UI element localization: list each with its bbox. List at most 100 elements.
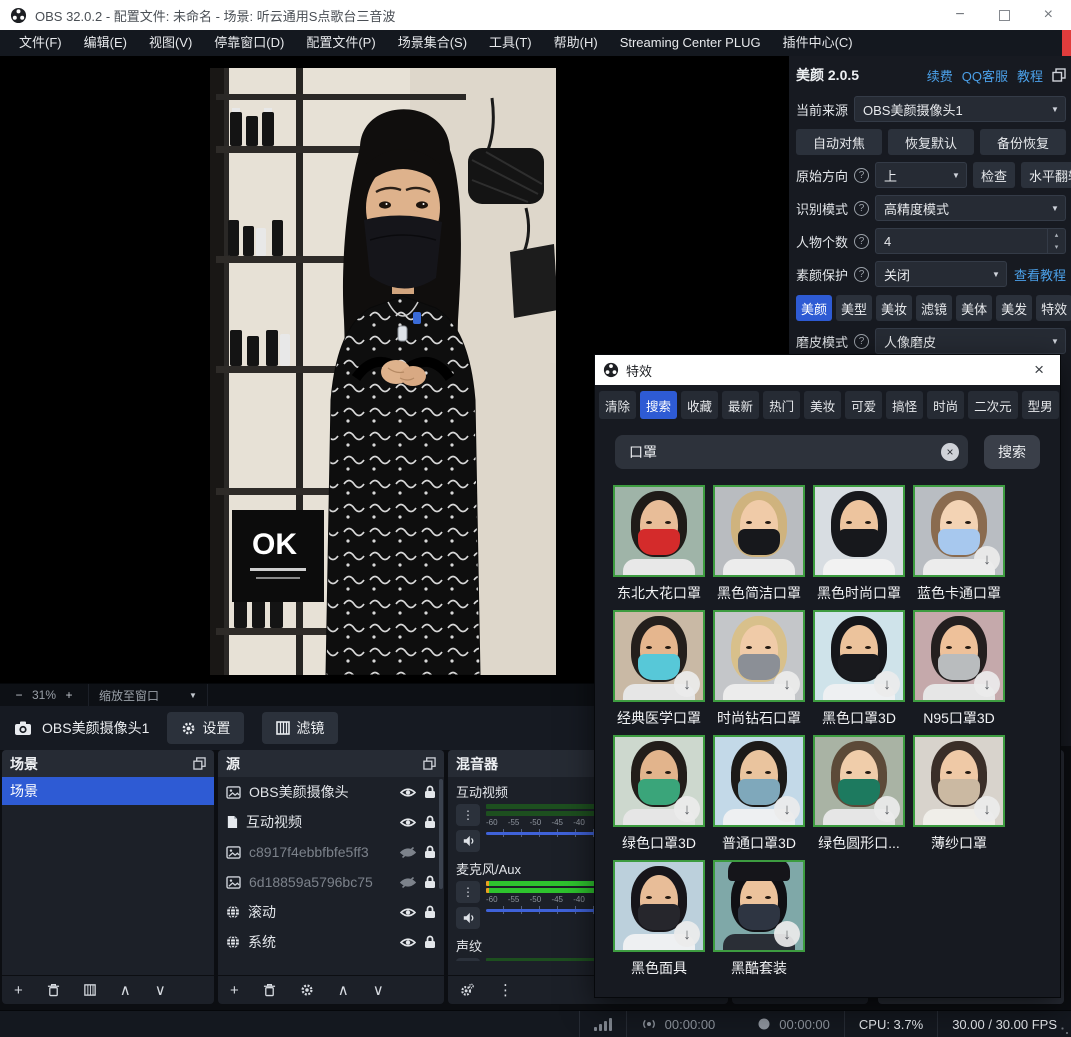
menu-item[interactable]: 编辑(E) (73, 30, 138, 56)
effect-category-tab[interactable]: 时尚 (927, 391, 964, 419)
move-scene-up-button[interactable]: ∧ (120, 983, 131, 998)
effect-category-tab[interactable]: 二次元 (968, 391, 1018, 419)
menu-item[interactable]: 停靠窗口(D) (203, 30, 295, 56)
effect-item[interactable]: ↓ 黑色口罩3D (809, 610, 909, 735)
effect-item[interactable]: ↓ 绿色口罩3D (609, 735, 709, 860)
menu-item[interactable]: 视图(V) (138, 30, 203, 56)
popout-icon[interactable] (193, 757, 206, 770)
beauty-tab[interactable]: 美颜 (796, 295, 832, 321)
scene-filters-button[interactable] (84, 984, 96, 996)
effect-item[interactable]: ↓ 绿色圆形口... (809, 735, 909, 860)
effect-search-input[interactable] (615, 435, 968, 469)
effect-item[interactable]: ↓ 东北大花口罩 (609, 485, 709, 610)
effect-item[interactable]: ↓ 薄纱口罩 (909, 735, 1009, 860)
channel-menu-button[interactable]: ⋮ (456, 958, 480, 961)
visibility-toggle-hidden[interactable] (400, 847, 416, 858)
menu-item[interactable]: 配置文件(P) (295, 30, 386, 56)
remove-scene-button[interactable] (47, 983, 60, 997)
settings-button[interactable]: 设置 (167, 712, 244, 744)
visibility-toggle-hidden[interactable] (400, 877, 416, 888)
help-icon[interactable]: ? (854, 168, 869, 183)
check-button[interactable]: 检查 (973, 162, 1015, 188)
help-icon[interactable]: ? (854, 201, 869, 216)
orientation-dropdown[interactable]: 上 ▼ (875, 162, 967, 188)
resize-grip[interactable] (1061, 1027, 1069, 1035)
lock-toggle[interactable] (424, 785, 436, 799)
fit-to-window-dropdown[interactable]: 缩放至窗口 ▼ (89, 684, 208, 706)
effect-category-tab[interactable]: 型男 (1022, 391, 1059, 419)
recognition-mode-dropdown[interactable]: 高精度模式 ▼ (875, 195, 1066, 221)
effect-item[interactable]: ↓ 黑色面具 (609, 860, 709, 985)
effect-category-tab[interactable]: 搞怪 (886, 391, 923, 419)
beauty-tab[interactable]: 美妆 (876, 295, 912, 321)
minimize-button[interactable]: − (955, 7, 964, 23)
visibility-toggle[interactable] (400, 937, 416, 948)
effect-category-tab[interactable]: 搜索 (640, 391, 677, 419)
search-button[interactable]: 搜索 (984, 435, 1040, 469)
lock-toggle[interactable] (424, 875, 436, 889)
view-tutorial-link[interactable]: 查看教程 (1013, 265, 1066, 284)
popout-icon[interactable] (423, 757, 436, 770)
close-icon[interactable]: × (1026, 360, 1052, 380)
channel-menu-button[interactable]: ⋮ (456, 804, 480, 826)
visibility-toggle[interactable] (400, 907, 416, 918)
channel-menu-button[interactable]: ⋮ (456, 881, 480, 903)
lock-toggle[interactable] (424, 935, 436, 949)
effect-item[interactable]: ↓ 蓝色卡通口罩 (909, 485, 1009, 610)
help-icon[interactable]: ? (854, 334, 869, 349)
beauty-tab[interactable]: 美型 (836, 295, 872, 321)
close-button[interactable]: × (1044, 7, 1053, 23)
lock-toggle[interactable] (424, 905, 436, 919)
advanced-audio-button[interactable] (460, 983, 474, 997)
move-scene-down-button[interactable]: ∨ (155, 983, 166, 998)
effect-category-tab[interactable]: 收藏 (681, 391, 718, 419)
menu-item[interactable]: 场景集合(S) (387, 30, 478, 56)
move-source-down-button[interactable]: ∨ (373, 983, 384, 998)
spin-down-icon[interactable]: ▾ (1048, 241, 1065, 253)
beauty-tab[interactable]: 美体 (956, 295, 992, 321)
tutorial-link[interactable]: 教程 (1017, 66, 1043, 85)
maximize-button[interactable] (999, 10, 1010, 21)
effect-category-tab[interactable]: 美妆 (804, 391, 841, 419)
smooth-mode-dropdown[interactable]: 人像磨皮 ▼ (875, 328, 1066, 354)
popout-icon[interactable] (1052, 68, 1066, 82)
menu-item[interactable]: 工具(T) (478, 30, 543, 56)
add-scene-button[interactable]: + (14, 983, 23, 998)
help-icon[interactable]: ? (854, 267, 869, 282)
effect-item[interactable]: ↓ 黑酷套装 (709, 860, 809, 985)
menu-item[interactable]: 文件(F) (8, 30, 73, 56)
visibility-toggle[interactable] (400, 787, 416, 798)
remove-source-button[interactable] (263, 983, 276, 997)
effect-category-tab[interactable]: 可爱 (845, 391, 882, 419)
sources-scrollbar[interactable] (439, 779, 443, 889)
beauty-action-button[interactable]: 自动对焦 (796, 129, 882, 155)
qq-support-link[interactable]: QQ客服 (962, 66, 1008, 85)
person-count-spinner[interactable]: 4 ▴ ▾ (875, 228, 1066, 254)
beauty-action-button[interactable]: 恢复默认 (888, 129, 974, 155)
lock-toggle[interactable] (424, 845, 436, 859)
current-source-dropdown[interactable]: OBS美颜摄像头1 ▼ (854, 96, 1066, 122)
effect-item[interactable]: ↓ 时尚钻石口罩 (709, 610, 809, 735)
makeup-protect-dropdown[interactable]: 关闭 ▼ (875, 261, 1007, 287)
mute-button[interactable] (456, 907, 480, 929)
menu-item[interactable]: Streaming Center PLUG (609, 30, 772, 56)
source-item[interactable]: 6d18859a5796bc75 (218, 867, 444, 897)
help-icon[interactable]: ? (854, 234, 869, 249)
source-item[interactable]: 系统 (218, 927, 444, 957)
mixer-menu-button[interactable]: ⋮ (498, 983, 513, 998)
beauty-action-button[interactable]: 备份恢复 (980, 129, 1066, 155)
horizontal-flip-button[interactable]: 水平翻转 (1021, 162, 1071, 188)
effect-category-tab[interactable]: 热门 (763, 391, 800, 419)
beauty-tab[interactable]: 滤镜 (916, 295, 952, 321)
lock-toggle[interactable] (424, 815, 436, 829)
source-item[interactable]: 滚动 (218, 897, 444, 927)
effect-category-tab[interactable]: 清除 (599, 391, 636, 419)
scene-item[interactable]: 场景 (2, 777, 214, 805)
beauty-tab[interactable]: 特效 (1036, 295, 1071, 321)
filters-button[interactable]: 滤镜 (262, 712, 338, 744)
effect-item[interactable]: ↓ 黑色简洁口罩 (709, 485, 809, 610)
source-item[interactable]: c8917f4ebbfbfe5ff3 (218, 837, 444, 867)
zoom-out-button[interactable]: − (10, 688, 28, 702)
beauty-tab[interactable]: 美发 (996, 295, 1032, 321)
effect-item[interactable]: ↓ 经典医学口罩 (609, 610, 709, 735)
